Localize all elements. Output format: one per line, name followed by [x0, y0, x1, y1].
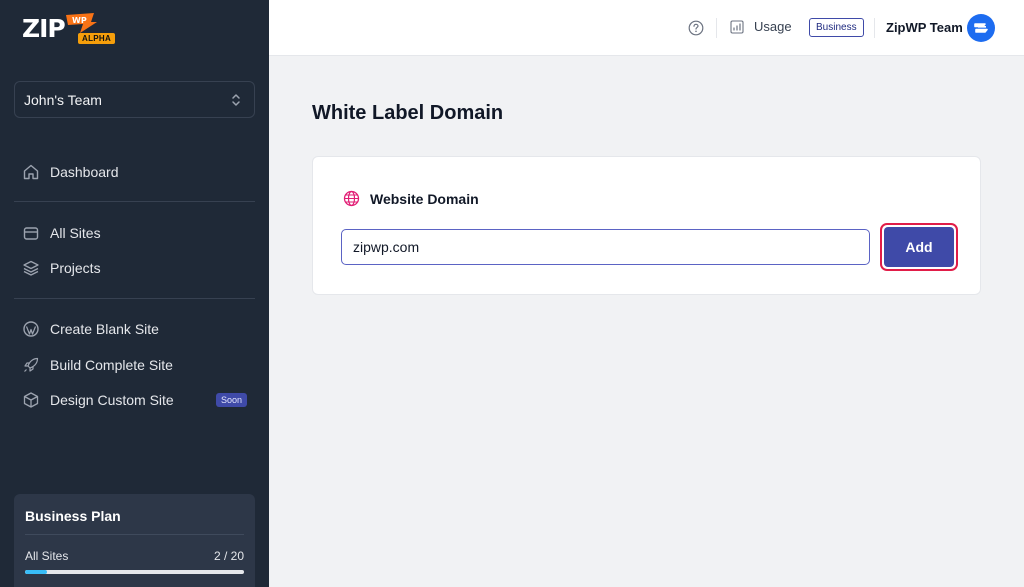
- home-icon: [23, 164, 39, 180]
- team-avatar[interactable]: [967, 14, 995, 42]
- nav-design-custom-site[interactable]: Design Custom Site Soon: [14, 385, 255, 415]
- domain-input[interactable]: [341, 229, 870, 265]
- sidebar: ZIP WP ALPHA John's Team Dashboard All S…: [0, 0, 269, 587]
- nav-dashboard-label: Dashboard: [50, 164, 119, 180]
- nav-build-complete-site[interactable]: Build Complete Site: [14, 350, 255, 380]
- zipwp-avatar-icon: [974, 23, 988, 33]
- cube-icon: [23, 392, 39, 408]
- nav-create-blank-site-label: Create Blank Site: [50, 321, 159, 337]
- logo-wp-text: WP: [72, 16, 87, 25]
- soon-badge: Soon: [215, 393, 247, 407]
- folder-icon: [23, 227, 39, 240]
- rocket-icon: [24, 357, 39, 372]
- globe-icon: [343, 190, 360, 207]
- team-selector-label: John's Team: [24, 91, 102, 108]
- header-divider: [874, 18, 875, 38]
- plan-metric-row: All Sites 2 / 20: [25, 549, 244, 563]
- wordpress-icon: [23, 321, 39, 337]
- team-selector[interactable]: John's Team: [14, 81, 255, 118]
- nav-all-sites-label: All Sites: [50, 225, 101, 241]
- usage-label: Usage: [754, 19, 792, 34]
- logo-text: ZIP: [22, 14, 66, 43]
- add-button-highlight: Add: [880, 223, 958, 271]
- plan-card: Business Plan All Sites 2 / 20: [14, 494, 255, 587]
- plan-metric-label: All Sites: [25, 549, 69, 563]
- alpha-badge: ALPHA: [78, 33, 116, 44]
- page-title: White Label Domain: [312, 102, 504, 124]
- nav-design-custom-site-label: Design Custom Site: [50, 392, 174, 408]
- card-heading-label: Website Domain: [370, 190, 479, 207]
- chevron-updown-icon: [232, 93, 240, 106]
- plan-badge: Business: [809, 18, 864, 37]
- website-domain-card: Website Domain Add: [312, 156, 981, 295]
- team-name[interactable]: ZipWP Team: [886, 20, 963, 35]
- layers-icon: [23, 260, 39, 276]
- top-header: Usage Business ZipWP Team: [269, 0, 1024, 56]
- nav-build-complete-site-label: Build Complete Site: [50, 357, 173, 373]
- logo-wp-icon: WP: [66, 13, 97, 33]
- plan-metric-value: 2 / 20: [213, 549, 244, 563]
- chart-icon: [730, 19, 744, 34]
- add-button[interactable]: Add: [884, 227, 954, 267]
- help-icon[interactable]: [688, 20, 704, 36]
- plan-title: Business Plan: [25, 508, 244, 535]
- nav-dashboard[interactable]: Dashboard: [14, 157, 255, 187]
- card-heading: Website Domain: [343, 190, 479, 207]
- nav-projects[interactable]: Projects: [14, 253, 255, 283]
- sidebar-divider: [14, 201, 255, 202]
- nav-projects-label: Projects: [50, 260, 101, 276]
- plan-progress-fill: [25, 570, 47, 574]
- nav-create-blank-site[interactable]: Create Blank Site: [14, 314, 255, 344]
- nav-all-sites[interactable]: All Sites: [14, 218, 255, 248]
- sidebar-divider: [14, 298, 255, 299]
- header-divider: [716, 18, 717, 38]
- usage-link[interactable]: Usage: [730, 19, 792, 34]
- zipwp-logo[interactable]: ZIP WP ALPHA: [22, 12, 122, 46]
- plan-progress-bar: [25, 570, 244, 574]
